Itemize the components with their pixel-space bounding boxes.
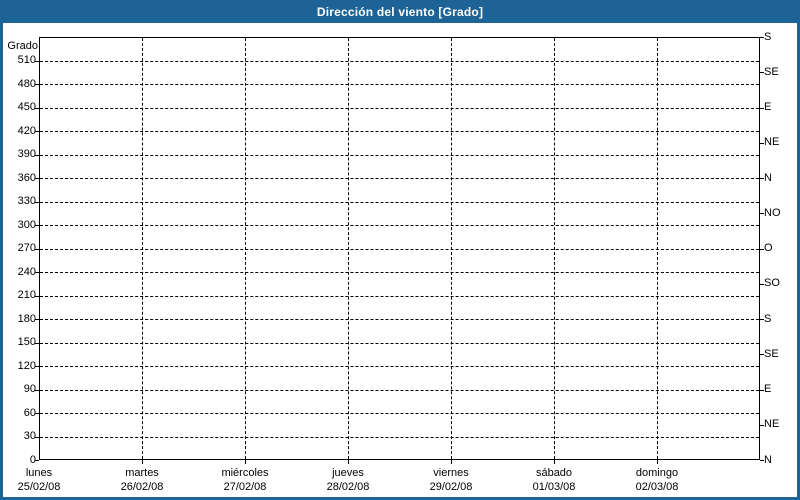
y-axis-tick-right [760, 108, 764, 109]
y-axis-tick-right [760, 284, 764, 285]
plot-border [39, 37, 760, 460]
y-axis-tick-left [35, 343, 39, 344]
y-axis-tick-left [35, 61, 39, 62]
y-axis-tick-right [760, 213, 764, 214]
day-date: 29/02/08 [429, 481, 473, 493]
y-axis-tick-label-left: 120 [17, 360, 36, 372]
x-axis-tick [657, 460, 658, 464]
y-axis-tick-label-right: S [764, 313, 772, 325]
x-axis-day-label: viernes 29/02/08 [399, 466, 503, 494]
y-axis-tick-label-left: 480 [17, 78, 36, 90]
y-axis-tick-left [35, 108, 39, 109]
y-axis-tick-right [760, 178, 764, 179]
day-name: domingo [635, 467, 679, 479]
y-axis-tick-left [35, 178, 39, 179]
y-axis-tick-label-right: N [764, 454, 772, 466]
y-axis-tick-label-left: 30 [23, 430, 36, 442]
x-axis-day-label: jueves 28/02/08 [296, 466, 400, 494]
y-axis-tick-left [35, 460, 39, 461]
day-date: 27/02/08 [223, 481, 267, 493]
y-axis-tick-label-left: 180 [17, 313, 36, 325]
y-axis-tick-label-left: 240 [17, 266, 36, 278]
day-date: 02/03/08 [635, 481, 679, 493]
day-date: 26/02/08 [120, 481, 164, 493]
y-axis-tick-label-left: 330 [17, 195, 36, 207]
wind-direction-panel: Dirección del viento [Grado] Grado 0 30 60… [0, 0, 800, 500]
y-axis-tick-left [35, 390, 39, 391]
y-axis-tick-right [760, 37, 764, 38]
y-axis-tick-right [760, 390, 764, 391]
y-axis-tick-label-left: 300 [17, 219, 36, 231]
y-axis-tick-label-right: NE [764, 418, 780, 430]
y-axis-tick-label-left: 510 [17, 54, 36, 66]
x-axis-day-label: miércoles 27/02/08 [193, 466, 297, 494]
y-axis-tick-left [35, 131, 39, 132]
y-axis-tick-right [760, 249, 764, 250]
x-axis-tick [348, 460, 349, 464]
chart-canvas: Grado 0 30 60 90 120 150 180 210 240 270 300 330 360… [0, 0, 800, 500]
x-axis-day-label: martes 26/02/08 [90, 466, 194, 494]
y-axis-tick-label-right: NE [764, 136, 780, 148]
y-axis-tick-left [35, 296, 39, 297]
y-axis-tick-label-left: 390 [17, 148, 36, 160]
y-axis-tick-left [35, 272, 39, 273]
y-axis-caption: Grado [7, 40, 38, 52]
y-axis-tick-label-right: SO [764, 277, 780, 289]
x-axis-tick [554, 460, 555, 464]
y-axis-tick-left [35, 366, 39, 367]
y-axis-tick-label-right: N [764, 172, 772, 184]
y-axis-tick-left [35, 249, 39, 250]
day-date: 25/02/08 [17, 481, 61, 493]
day-name: lunes [25, 467, 53, 479]
plot-area [39, 37, 760, 460]
panel-content: Grado 0 30 60 90 120 150 180 210 240 270 300 330 360… [3, 23, 797, 497]
day-name: sábado [535, 467, 573, 479]
y-axis-tick-left [35, 155, 39, 156]
y-axis-tick-label-right: SE [764, 66, 779, 78]
y-axis-tick-label-left: 210 [17, 289, 36, 301]
y-axis-tick-left [35, 437, 39, 438]
y-axis-tick-label-right: NO [764, 207, 781, 219]
y-axis-tick-label-right: SE [764, 348, 779, 360]
y-axis-tick-label-left: 450 [17, 101, 36, 113]
x-axis-day-label: sábado 01/03/08 [502, 466, 606, 494]
y-axis-tick-label-left: 270 [17, 242, 36, 254]
y-axis-tick-left [35, 202, 39, 203]
day-name: viernes [433, 467, 469, 479]
y-axis-tick-label-left: 360 [17, 172, 36, 184]
day-name: martes [125, 467, 159, 479]
x-axis-day-label: lunes 25/02/08 [0, 466, 91, 494]
y-axis-tick-right [760, 425, 764, 426]
y-axis-tick-label-left: 90 [23, 383, 36, 395]
y-axis-tick-label-right: E [764, 383, 772, 395]
y-axis-tick-left [35, 225, 39, 226]
y-axis-tick-label-left: 420 [17, 125, 36, 137]
x-axis-tick [142, 460, 143, 464]
day-name: miércoles [221, 467, 269, 479]
y-axis-tick-right [760, 460, 764, 461]
x-axis-day-label: domingo 02/03/08 [605, 466, 709, 494]
x-axis-tick [245, 460, 246, 464]
y-axis-tick-label-right: E [764, 101, 772, 113]
y-axis-tick-left [35, 84, 39, 85]
day-date: 01/03/08 [532, 481, 576, 493]
day-date: 28/02/08 [326, 481, 370, 493]
y-axis-tick-left [35, 413, 39, 414]
y-axis-tick-left [35, 319, 39, 320]
y-axis-tick-label-right: O [764, 242, 773, 254]
y-axis-tick-right [760, 319, 764, 320]
y-axis-tick-right [760, 72, 764, 73]
y-axis-tick-label-right: S [764, 31, 772, 43]
y-axis-tick-label-left: 150 [17, 336, 36, 348]
y-axis-tick-label-left: 60 [23, 407, 36, 419]
y-axis-tick-right [760, 354, 764, 355]
day-name: jueves [332, 467, 364, 479]
y-axis-tick-right [760, 143, 764, 144]
x-axis-tick [451, 460, 452, 464]
